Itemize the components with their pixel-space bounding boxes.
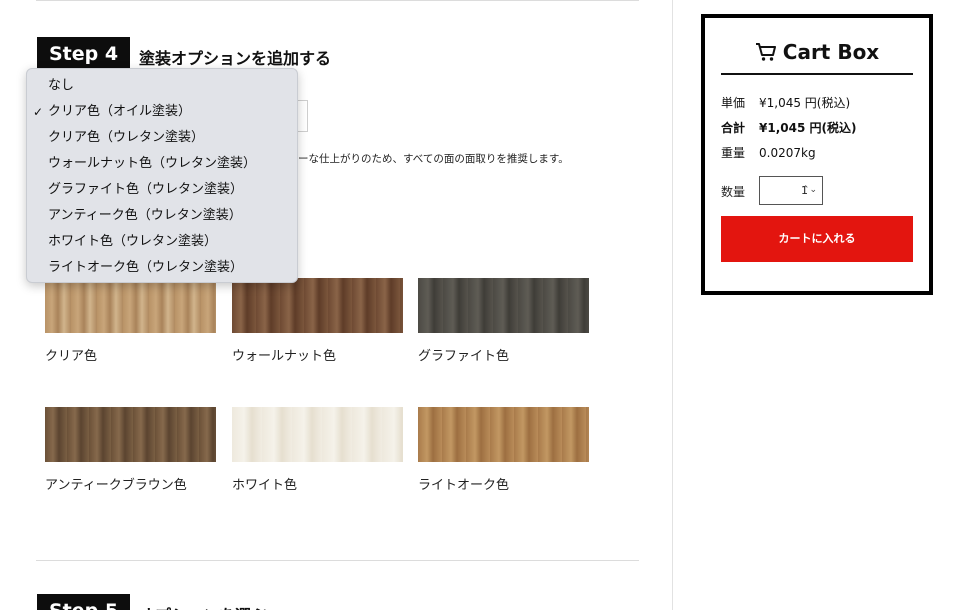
unit-price-row: 単価 ¥1,045 円(税込) (721, 96, 851, 110)
step5-badge: Step 5 (37, 594, 131, 610)
swatch-label: ウォールナット色 (232, 349, 337, 364)
quantity-stepper[interactable]: 1 ⌃⌄ (759, 176, 823, 205)
swatch-walnut: ウォールナット色 (232, 278, 404, 364)
dropdown-option[interactable]: なし (27, 73, 297, 99)
chamfer-note: ーな仕上がりのため、すべての面の面取りを推奨します。 (298, 153, 569, 165)
step4-badge: Step 4 (37, 37, 131, 71)
swatch-image (45, 278, 216, 333)
checkmark-icon: ✓ (33, 105, 44, 119)
swatch-image (45, 407, 216, 462)
swatch-label: アンティークブラウン色 (45, 478, 187, 493)
divider (36, 560, 639, 561)
cart-icon (755, 43, 776, 61)
dropdown-option[interactable]: グラファイト色（ウレタン塗装） (27, 177, 297, 203)
dropdown-option[interactable]: アンティーク色（ウレタン塗装） (27, 203, 297, 229)
swatch-graphite: グラファイト色 (418, 278, 590, 364)
quantity-label: 数量 (721, 185, 746, 199)
step5-title: オプションを選ぶ (139, 602, 267, 610)
paint-option-dropdown[interactable]: なし ✓ クリア色（オイル塗装） クリア色（ウレタン塗装） ウォールナット色（ウレ… (26, 68, 298, 283)
swatch-lightoak: ライトオーク色 (418, 407, 590, 493)
cart-box: Cart Box 単価 ¥1,045 円(税込) 合計 ¥1,045 円(税込) 重… (701, 14, 933, 295)
weight-row: 重量 0.0207kg (721, 146, 816, 160)
dropdown-option-selected[interactable]: ✓ クリア色（オイル塗装） (27, 99, 297, 125)
spinner-icon[interactable]: ⌃⌄ (802, 177, 817, 204)
dropdown-option[interactable]: ホワイト色（ウレタン塗装） (27, 229, 297, 255)
swatch-label: ホワイト色 (232, 478, 298, 493)
dropdown-option[interactable]: ウォールナット色（ウレタン塗装） (27, 151, 297, 177)
swatch-label: グラファイト色 (418, 349, 510, 364)
cart-divider (721, 73, 913, 75)
swatch-label: クリア色 (45, 349, 98, 364)
swatch-image (232, 278, 403, 333)
divider (36, 0, 639, 1)
dropdown-option[interactable]: ライトオーク色（ウレタン塗装） (27, 255, 297, 281)
swatch-clear: クリア色 (45, 278, 217, 364)
total-value: ¥1,045 円(税込) (759, 121, 857, 135)
swatch-white: ホワイト色 (232, 407, 404, 493)
swatch-image (418, 407, 589, 462)
step4-title: 塗装オプションを追加する (139, 49, 332, 68)
add-to-cart-button[interactable]: カートに入れる (721, 216, 913, 262)
swatch-image (418, 278, 589, 333)
swatch-image (232, 407, 403, 462)
dropdown-option[interactable]: クリア色（ウレタン塗装） (27, 125, 297, 151)
unit-price-value: ¥1,045 円(税込) (759, 96, 851, 110)
cart-title: Cart Box (721, 40, 913, 64)
weight-value: 0.0207kg (759, 146, 816, 160)
total-row: 合計 ¥1,045 円(税込) (721, 121, 857, 135)
swatch-antique: アンティークブラウン色 (45, 407, 217, 493)
swatch-label: ライトオーク色 (418, 478, 510, 493)
